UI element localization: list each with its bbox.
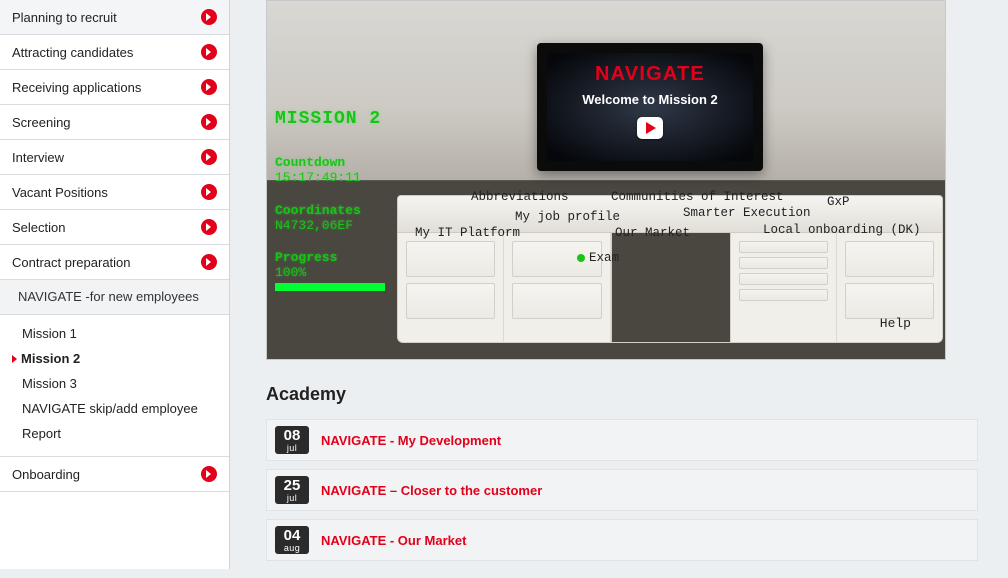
countdown-value: 15:17:49:11 [275,171,385,186]
sidebar-item-receiving-applications[interactable]: Receiving applications [0,70,229,105]
scene-link-gxp[interactable]: GxP [827,195,850,209]
sidebar-sub-mission-3[interactable]: Mission 3 [0,371,229,396]
sidebar-sub-label: Mission 2 [21,351,80,366]
date-badge: 08 jul [275,426,309,454]
sidebar-item-onboarding[interactable]: Onboarding [0,457,229,492]
sidebar-item-label: Vacant Positions [12,185,108,200]
date-day: 08 [275,428,309,443]
arrow-right-icon [201,254,217,270]
sidebar-item-selection[interactable]: Selection [0,210,229,245]
academy-item[interactable]: 25 jul NAVIGATE – Closer to the customer [266,469,978,511]
progress-bar [275,283,385,291]
date-badge: 25 jul [275,476,309,504]
arrow-right-icon [201,114,217,130]
arrow-right-icon [201,44,217,60]
tv-welcome: Welcome to Mission 2 [553,92,747,107]
academy-item[interactable]: 04 aug NAVIGATE - Our Market [266,519,978,561]
sidebar-item-label: Selection [12,220,65,235]
arrow-right-icon [201,9,217,25]
scene-link-my-job-profile[interactable]: My job profile [515,210,620,224]
academy-item-title[interactable]: NAVIGATE - My Development [321,433,501,448]
sidebar-item-planning-to-recruit[interactable]: Planning to recruit [0,0,229,35]
coordinates-value: N4732,06EF [275,219,385,234]
sidebar-subsection-label: NAVIGATE -for new employees [18,289,199,304]
date-day: 25 [275,478,309,493]
mission-hud: MISSION 2 Countdown 15:17:49:11 Coordina… [275,109,385,309]
sidebar-item-attracting-candidates[interactable]: Attracting candidates [0,35,229,70]
sidebar-sub-navigate-skip-add[interactable]: NAVIGATE skip/add employee [0,396,229,421]
date-month: jul [275,494,309,503]
sidebar-item-contract-preparation[interactable]: Contract preparation [0,245,229,280]
scene-link-our-market[interactable]: Our Market [615,226,690,240]
sidebar-item-label: Planning to recruit [12,10,117,25]
sidebar-item-interview[interactable]: Interview [0,140,229,175]
scene-link-communities[interactable]: Communities of Interest [611,190,784,204]
desk-graphic [397,195,943,345]
sidebar-sub-label: Report [22,426,61,441]
sidebar-sub-report[interactable]: Report [0,421,229,446]
arrow-right-icon [201,184,217,200]
scene-link-exam[interactable]: Exam [577,251,619,265]
sidebar-item-label: Onboarding [12,467,80,482]
scene-link-smarter-execution[interactable]: Smarter Execution [683,206,811,220]
sidebar-sub-label: Mission 1 [22,326,77,341]
sidebar-sub-label: Mission 3 [22,376,77,391]
sidebar-sub-label: NAVIGATE skip/add employee [22,401,198,416]
date-month: jul [275,444,309,453]
academy-heading: Academy [266,384,978,405]
sidebar-sub-mission-2[interactable]: Mission 2 [0,346,229,371]
date-month: aug [275,544,309,553]
sidebar-item-label: Receiving applications [12,80,141,95]
sidebar-sub-list: Mission 1 Mission 2 Mission 3 NAVIGATE s… [0,315,229,457]
arrow-right-icon [201,466,217,482]
sidebar-item-label: Attracting candidates [12,45,133,60]
coordinates-label: Coordinates [275,204,385,219]
arrow-right-icon [201,219,217,235]
academy-item-title[interactable]: NAVIGATE - Our Market [321,533,466,548]
date-day: 04 [275,528,309,543]
sidebar-item-screening[interactable]: Screening [0,105,229,140]
main-content: MISSION 2 Countdown 15:17:49:11 Coordina… [230,0,1008,569]
academy-section: Academy 08 jul NAVIGATE - My Development… [266,384,978,561]
date-badge: 04 aug [275,526,309,554]
arrow-right-icon [201,79,217,95]
sidebar-sub-mission-1[interactable]: Mission 1 [0,321,229,346]
countdown-label: Countdown [275,156,385,171]
sidebar-item-label: Screening [12,115,71,130]
scene-link-my-it-platform[interactable]: My IT Platform [415,226,520,240]
academy-item[interactable]: 08 jul NAVIGATE - My Development [266,419,978,461]
scene-link-abbreviations[interactable]: Abbreviations [471,190,569,204]
sidebar: Planning to recruit Attracting candidate… [0,0,230,569]
sidebar-item-vacant-positions[interactable]: Vacant Positions [0,175,229,210]
sidebar-item-label: Interview [12,150,64,165]
exam-label: Exam [589,251,619,265]
arrow-right-icon [201,149,217,165]
sidebar-item-label: Contract preparation [12,255,131,270]
mission-title: MISSION 2 [275,109,385,130]
academy-item-title[interactable]: NAVIGATE – Closer to the customer [321,483,542,498]
mission-scene: MISSION 2 Countdown 15:17:49:11 Coordina… [266,0,946,360]
tv-brand: NAVIGATE [553,63,747,86]
scene-link-help[interactable]: Help [880,316,911,331]
sidebar-subsection-navigate[interactable]: NAVIGATE -for new employees [0,280,229,315]
mission-tv: NAVIGATE Welcome to Mission 2 [537,43,763,171]
progress-value: 100% [275,266,385,281]
scene-link-local-onboarding[interactable]: Local onboarding (DK) [763,223,921,237]
play-button[interactable] [637,117,663,139]
